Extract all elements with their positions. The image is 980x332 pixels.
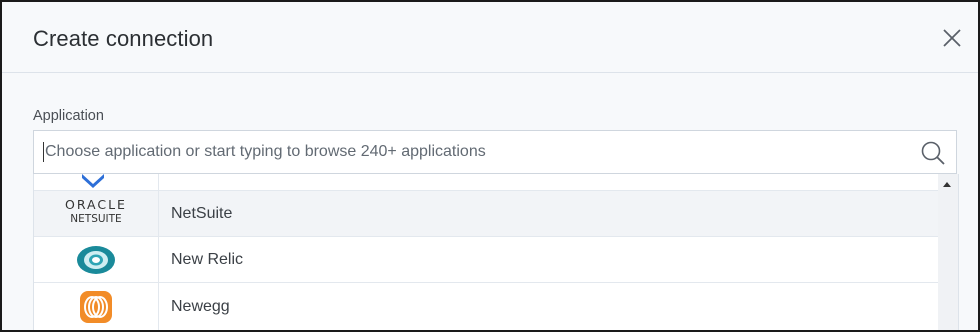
list-scrollbar[interactable]	[938, 174, 958, 330]
oracle-netsuite-logo: ORACLE NETSUITE	[65, 197, 127, 225]
scroll-up-arrow-icon[interactable]	[943, 182, 951, 187]
list-item-netsuite[interactable]: ORACLE NETSUITE NetSuite	[34, 191, 938, 237]
list-item-new-relic[interactable]: New Relic	[34, 237, 938, 283]
search-icon[interactable]	[920, 140, 946, 166]
application-search-box[interactable]	[33, 130, 957, 174]
list-item-label: Newegg	[171, 297, 230, 315]
close-icon[interactable]	[940, 26, 964, 50]
list-item-logo-cell	[34, 237, 159, 282]
list-item-label: New Relic	[171, 250, 244, 268]
newegg-logo-icon	[80, 291, 112, 323]
list-item-label: NetSuite	[171, 204, 233, 222]
new-relic-logo-icon	[77, 246, 115, 274]
application-field-label: Application	[33, 108, 104, 124]
list-item-logo-cell	[34, 283, 159, 330]
application-results-list[interactable]: ORACLE NETSUITE NetSuite New Relic Neweg…	[33, 174, 959, 330]
create-connection-dialog: Create connection Application Choose app…	[0, 0, 980, 332]
list-item-logo-cell	[34, 174, 159, 190]
partial-blue-logo-icon	[82, 174, 104, 188]
list-item[interactable]	[34, 174, 938, 191]
application-search-input[interactable]	[42, 131, 906, 173]
list-item-logo-cell: ORACLE NETSUITE	[34, 191, 159, 236]
list-item-newegg[interactable]: Newegg	[34, 283, 938, 330]
dialog-title: Create connection	[33, 26, 214, 51]
dialog-header: Create connection	[2, 2, 978, 73]
